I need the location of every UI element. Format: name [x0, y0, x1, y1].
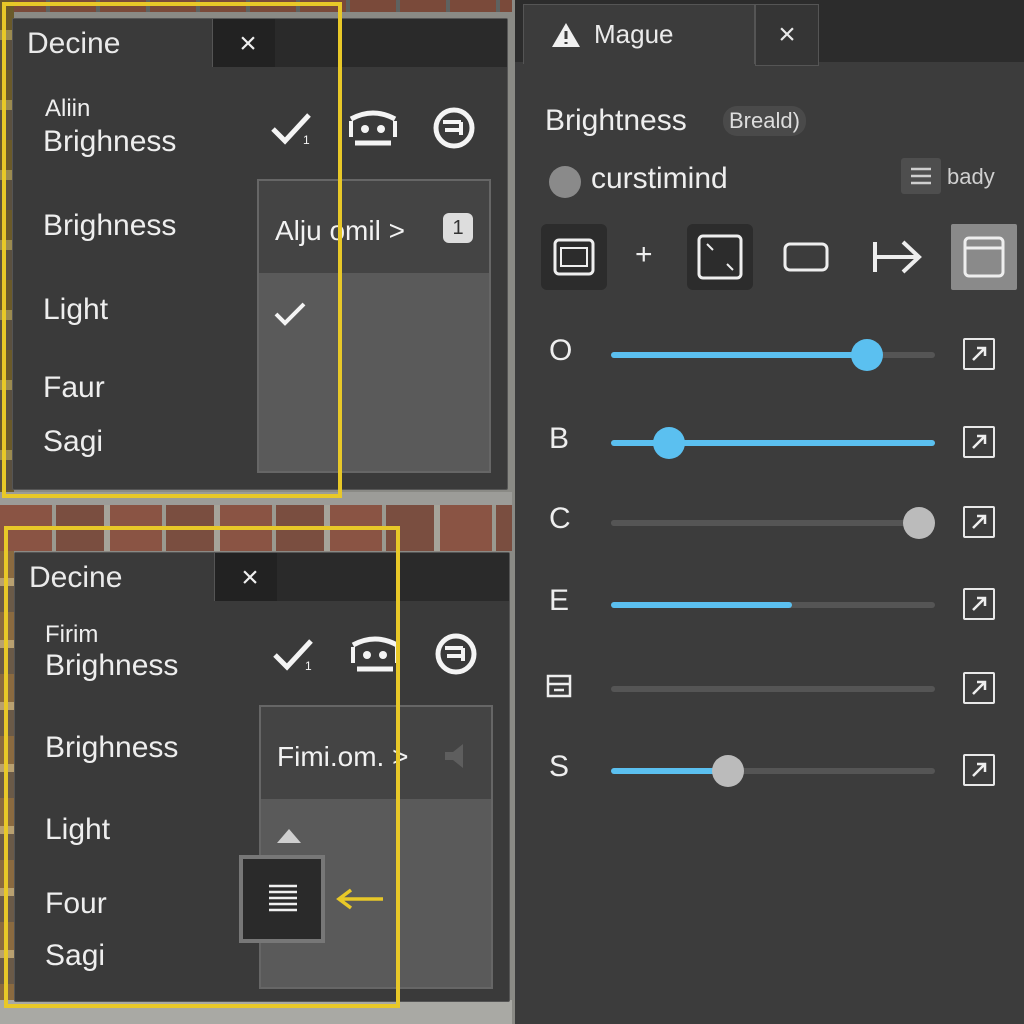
face-frame-icon[interactable] [347, 107, 399, 156]
face-frame-icon[interactable] [349, 633, 401, 682]
dropdown-header[interactable]: Alju omil > 1 [259, 181, 489, 273]
close-tab-button[interactable]: × [755, 4, 819, 66]
arrow-right-tool-button[interactable] [863, 224, 929, 290]
tab-strip-empty [275, 19, 507, 67]
slider-knob[interactable] [711, 755, 744, 787]
section-title: Brighness [43, 125, 177, 158]
slider[interactable] [611, 686, 935, 692]
dropdown-label: Alju omil > [275, 215, 405, 246]
panel-title: Brightness [545, 104, 687, 137]
rectangle-tool-button[interactable] [773, 224, 839, 290]
chip-label: bady [947, 164, 995, 189]
menu-chip-icon[interactable] [901, 158, 941, 194]
slider-label: C [549, 502, 571, 535]
check-count: 1 [305, 659, 312, 673]
menu-item-sagi[interactable]: Sagi [43, 425, 103, 459]
check-count: 1 [303, 133, 310, 147]
tab-decine[interactable]: Decine [13, 19, 213, 67]
checkmark-icon [273, 299, 307, 334]
status-dot [549, 166, 581, 198]
menu-item-brighness[interactable]: Brighness [43, 209, 176, 243]
dropdown-header[interactable]: Fimi.om. > [261, 707, 491, 799]
section-subtitle: Firim [45, 621, 99, 648]
speaker-icon [441, 741, 471, 776]
section-title: Brighness [45, 649, 179, 682]
expand-icon[interactable] [963, 672, 995, 704]
menu-item-light[interactable]: Light [43, 293, 108, 327]
tab-strip-empty [277, 553, 509, 601]
slider-fill [611, 520, 919, 526]
slider-label: B [549, 422, 570, 455]
adjust-panel-bottom: Decine × Firim Brighness 1 Brighness Lig… [14, 552, 510, 1002]
menu-item-sagi[interactable]: Sagi [45, 939, 105, 973]
adjust-dropdown[interactable]: Fimi.om. > [259, 705, 493, 989]
expand-icon[interactable] [963, 754, 995, 786]
expand-icon[interactable] [963, 588, 995, 620]
menu-item-brighness[interactable]: Brighness [45, 731, 178, 765]
slider-label: S [549, 750, 570, 783]
caret-up-icon [275, 825, 303, 850]
slider[interactable] [611, 507, 935, 539]
brightness-panel: Mague × Brightness Breald) curstimind ba… [515, 0, 1024, 1024]
expand-icon[interactable] [963, 338, 995, 370]
slider-fill [611, 352, 867, 358]
slider-knob[interactable] [902, 507, 935, 539]
expand-icon[interactable] [963, 426, 995, 458]
background-wall [0, 550, 14, 1024]
warning-icon [550, 21, 582, 56]
adjust-dropdown[interactable]: Alju omil > 1 [257, 179, 491, 473]
tab-strip: Decine × [15, 553, 509, 601]
slider-fill [611, 602, 793, 608]
window-tool-button[interactable] [951, 224, 1017, 290]
tab-mague[interactable]: Mague [523, 4, 755, 64]
tab-strip: Mague × [515, 0, 1024, 66]
slider[interactable] [611, 602, 935, 608]
section-subtitle: Aliin [45, 95, 91, 122]
crop-tool-button[interactable] [687, 224, 753, 290]
close-tab-button[interactable]: × [225, 561, 275, 597]
slider-label: O [549, 334, 573, 367]
menu-item-light[interactable]: Light [45, 813, 110, 847]
tab-strip: Decine × [13, 19, 507, 67]
adjust-panel-top: Decine × Aliin Brighness 1 Brighness Lig… [12, 18, 508, 490]
slider[interactable] [611, 339, 935, 371]
subtitle: curstimind [591, 162, 728, 195]
list-icon-button[interactable] [239, 855, 325, 943]
check-icon[interactable]: 1 [269, 109, 313, 154]
arrow-left-icon [333, 887, 385, 916]
close-tab-button[interactable]: × [223, 27, 273, 63]
menu-item-four[interactable]: Four [45, 887, 107, 921]
layers-icon [545, 672, 573, 705]
reset-icon[interactable] [433, 631, 479, 682]
list-icon [267, 883, 299, 920]
frame-tool-button[interactable] [541, 224, 607, 290]
slider-knob[interactable] [850, 339, 883, 371]
reset-icon[interactable] [431, 105, 477, 156]
tab-decine[interactable]: Decine [15, 553, 215, 601]
background-wall [0, 492, 512, 506]
dropdown-badge: 1 [443, 213, 473, 243]
background-wall [0, 505, 512, 551]
slider-label: E [549, 584, 570, 617]
slider-fill [611, 768, 728, 774]
slider[interactable] [611, 427, 935, 459]
slider-knob[interactable] [653, 427, 686, 459]
dropdown-label: Fimi.om. > [277, 741, 409, 772]
slider[interactable] [611, 755, 935, 787]
background-wall [0, 0, 512, 12]
tab-title: Mague [594, 19, 674, 49]
background-wall [0, 1000, 512, 1024]
title-badge: Breald) [723, 106, 806, 136]
menu-item-faur[interactable]: Faur [43, 371, 105, 405]
plus-button[interactable]: + [635, 238, 653, 272]
check-icon[interactable]: 1 [271, 635, 315, 680]
expand-icon[interactable] [963, 506, 995, 538]
